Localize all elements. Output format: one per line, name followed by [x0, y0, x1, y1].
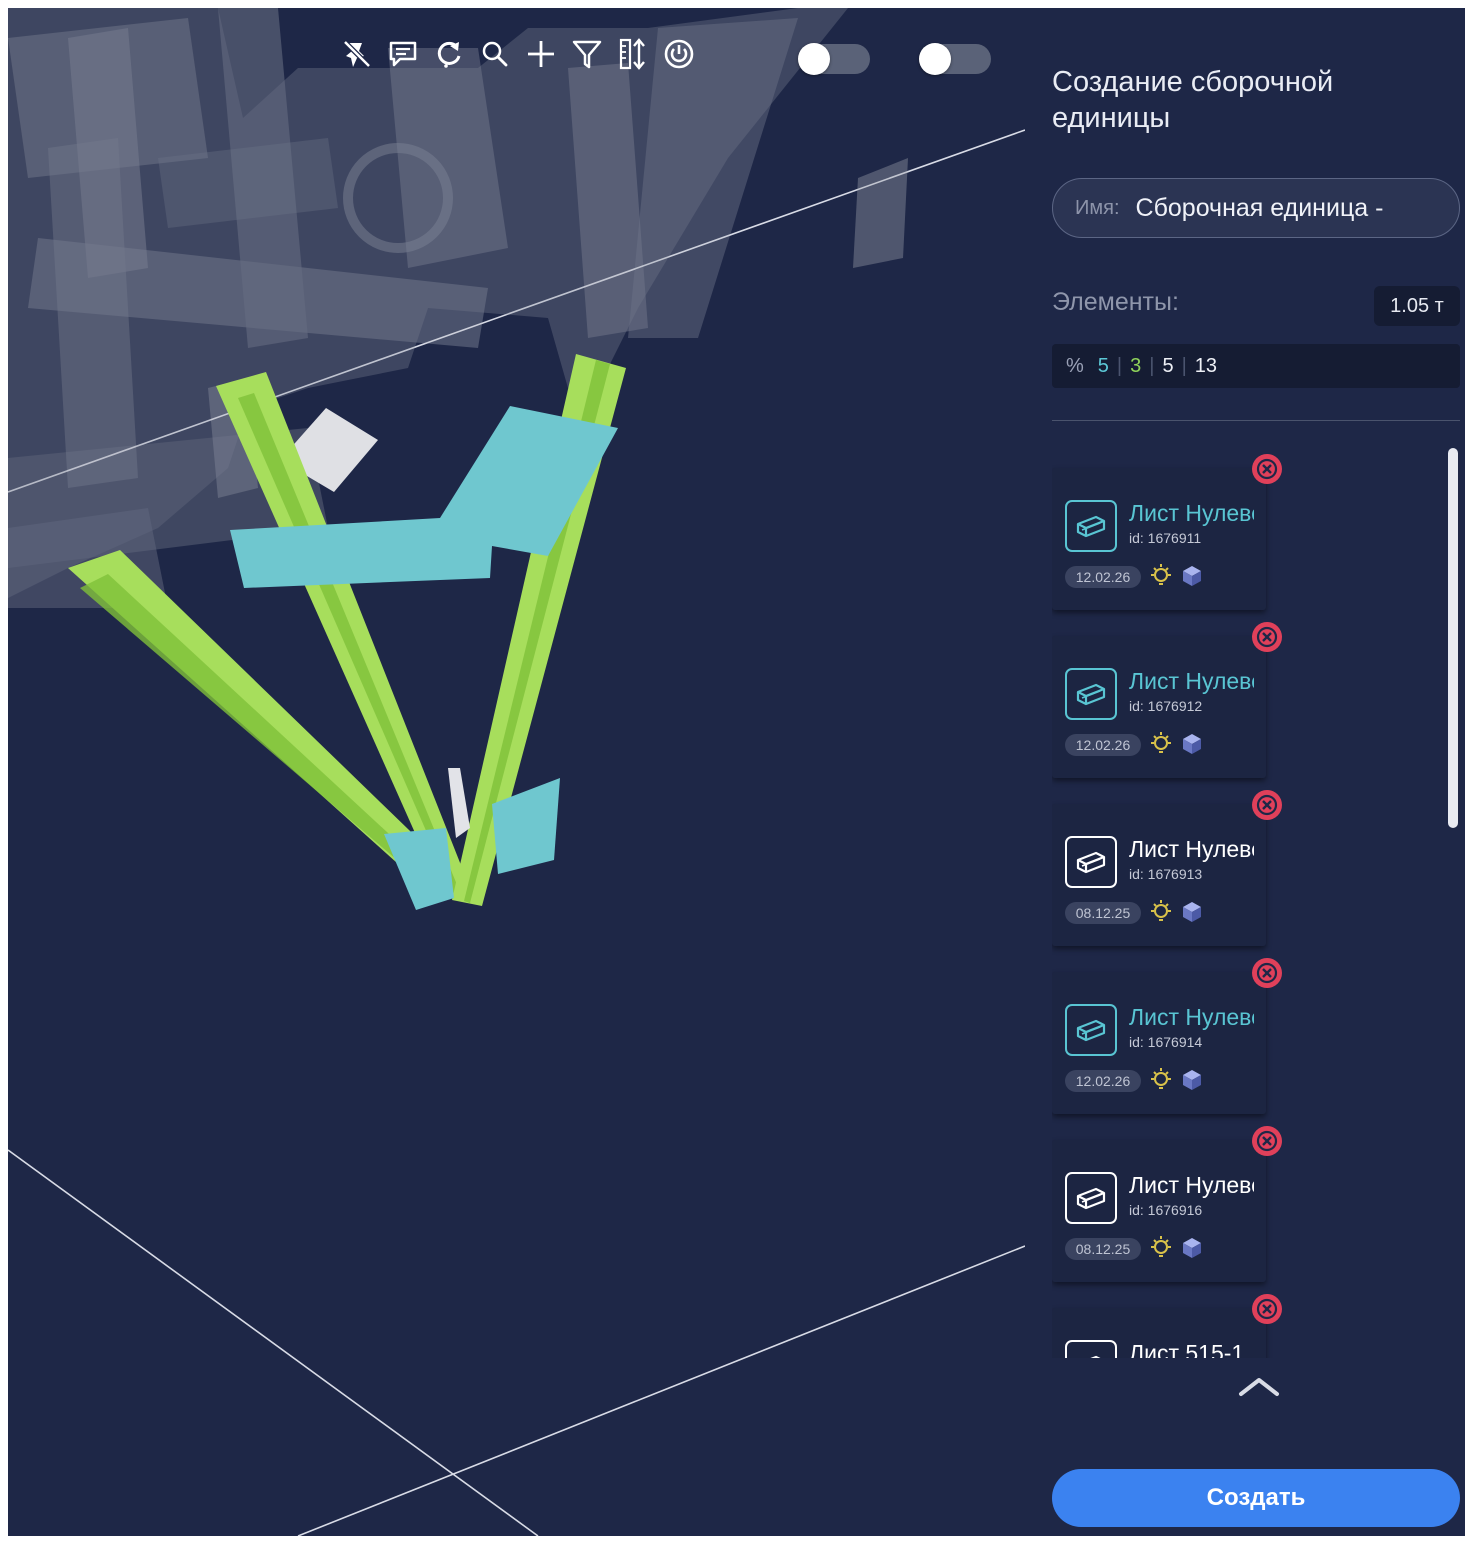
element-card[interactable]: Лист Нулевой id: 1676916 08.12.25	[1052, 1140, 1266, 1282]
stat-total-count: 13	[1194, 354, 1218, 377]
stat-green-count: 3	[1130, 354, 1142, 377]
remove-element-button[interactable]	[1250, 1292, 1284, 1326]
view-toggle-1[interactable]	[798, 43, 870, 75]
close-circle-icon	[1252, 958, 1282, 988]
name-field-label: Имя:	[1075, 196, 1120, 219]
white-plate	[448, 768, 470, 838]
remove-element-button[interactable]	[1250, 788, 1284, 822]
weight-badge: 1.05 т	[1374, 286, 1460, 326]
grid-line	[297, 1245, 1025, 1536]
search-icon[interactable]	[472, 34, 518, 74]
elements-label: Элементы:	[1052, 288, 1179, 316]
app-window: Создание сборочной единицы Имя: Сборочна…	[8, 8, 1465, 1536]
stat-separator: |	[1181, 354, 1187, 377]
close-circle-icon	[1252, 1294, 1282, 1324]
lightbulb-icon[interactable]	[1149, 1235, 1173, 1261]
stat-teal-count: 5	[1097, 354, 1109, 377]
element-title[interactable]: Лист Нулевой	[1129, 1004, 1254, 1031]
element-id: id: 1676916	[1129, 1202, 1203, 1218]
steel-plate-icon	[1076, 1187, 1106, 1210]
date-badge: 12.02.26	[1065, 566, 1141, 588]
date-badge: 12.02.26	[1065, 1070, 1141, 1092]
element-card[interactable]: Лист Нулевой id: 1676911 12.02.26	[1052, 468, 1266, 610]
element-card[interactable]: Лист Нулевой id: 1676913 08.12.25	[1052, 804, 1266, 946]
3d-viewport[interactable]	[8, 8, 1025, 1536]
close-circle-icon	[1252, 790, 1282, 820]
element-title[interactable]: Лист Нулевой	[1129, 836, 1254, 863]
steel-plate-icon	[1076, 515, 1106, 538]
assembly-panel: Создание сборочной единицы Имя: Сборочна…	[1025, 8, 1465, 1536]
steel-plate-icon	[1090, 1355, 1101, 1358]
element-type-icon	[1065, 1340, 1117, 1358]
remove-element-button[interactable]	[1250, 956, 1284, 990]
element-id: id: 1676911	[1129, 530, 1202, 546]
element-type-icon	[1065, 1004, 1117, 1056]
chevron-up-icon[interactable]	[1237, 1374, 1281, 1398]
element-id: id: 1676914	[1129, 1034, 1203, 1050]
viewer-toolbar	[334, 34, 702, 74]
power-icon[interactable]	[656, 34, 702, 74]
element-id: id: 1676912	[1129, 698, 1203, 714]
element-type-icon	[1065, 668, 1117, 720]
element-id: id: 1676913	[1129, 866, 1203, 882]
date-badge: 08.12.25	[1065, 1238, 1141, 1260]
name-field[interactable]: Имя: Сборочная единица -	[1052, 178, 1460, 238]
close-circle-icon	[1252, 1126, 1282, 1156]
steel-plate-icon	[1076, 1019, 1106, 1042]
elements-list: Лист Нулевойid: 167691112.02.26Лист Нуле…	[1052, 440, 1460, 1358]
stat-separator: |	[1149, 354, 1155, 377]
view-toggle-2[interactable]	[919, 43, 991, 75]
name-field-value[interactable]: Сборочная единица -	[1136, 194, 1384, 223]
pin-off-icon[interactable]	[334, 34, 380, 74]
lightbulb-icon[interactable]	[1149, 563, 1173, 589]
toggle-knob	[798, 43, 830, 75]
date-badge: 08.12.25	[1065, 902, 1141, 924]
element-type-icon	[1065, 1172, 1117, 1224]
cube-icon[interactable]	[1180, 1236, 1204, 1260]
lightbulb-icon[interactable]	[1149, 899, 1173, 925]
remove-element-button[interactable]	[1250, 1124, 1284, 1158]
date-badge: 12.02.26	[1065, 734, 1141, 756]
remove-element-button[interactable]	[1250, 620, 1284, 654]
element-title[interactable]: Лист Нулевой	[1129, 500, 1254, 527]
rotate-icon[interactable]	[426, 34, 472, 74]
element-type-icon	[1065, 836, 1117, 888]
element-title[interactable]: Лист Нулевой	[1129, 668, 1254, 695]
stat-separator: |	[1116, 354, 1123, 377]
element-title[interactable]: Лист 515-1	[1129, 1340, 1254, 1358]
plus-icon[interactable]	[518, 34, 564, 74]
steel-plate-icon	[1076, 851, 1106, 874]
lightbulb-icon[interactable]	[1149, 731, 1173, 757]
stats-bar: % 5 | 3 | 5 | 13	[1052, 344, 1460, 388]
create-button[interactable]: Создать	[1052, 1469, 1460, 1527]
cube-icon[interactable]	[1180, 900, 1204, 924]
cube-icon[interactable]	[1180, 732, 1204, 756]
element-type-icon	[1065, 500, 1117, 552]
close-circle-icon	[1252, 454, 1282, 484]
stat-white-count: 5	[1162, 354, 1174, 377]
percent-toggle[interactable]: %	[1066, 355, 1084, 378]
lightbulb-icon[interactable]	[1149, 1067, 1173, 1093]
element-title[interactable]: Лист Нулевой	[1129, 1172, 1254, 1199]
grid-line	[8, 1149, 539, 1536]
element-card[interactable]: Лист Нулевой id: 1676912 12.02.26	[1052, 636, 1266, 778]
close-circle-icon	[1252, 622, 1282, 652]
cube-icon[interactable]	[1180, 1068, 1204, 1092]
measure-icon[interactable]	[610, 34, 656, 74]
comment-icon[interactable]	[380, 34, 426, 74]
element-card[interactable]: Лист 515-1id: 1676953	[1052, 1308, 1266, 1358]
3d-scene[interactable]	[8, 8, 1025, 1536]
element-card[interactable]: Лист Нулевой id: 1676914 12.02.26	[1052, 972, 1266, 1114]
remove-element-button[interactable]	[1250, 452, 1284, 486]
divider	[1052, 420, 1460, 421]
list-scrollbar[interactable]	[1448, 448, 1458, 828]
panel-title: Создание сборочной единицы	[1052, 66, 1334, 134]
cube-icon[interactable]	[1180, 564, 1204, 588]
steel-plate-icon	[1076, 683, 1106, 706]
toggle-knob	[919, 43, 951, 75]
filter-icon[interactable]	[564, 34, 610, 74]
